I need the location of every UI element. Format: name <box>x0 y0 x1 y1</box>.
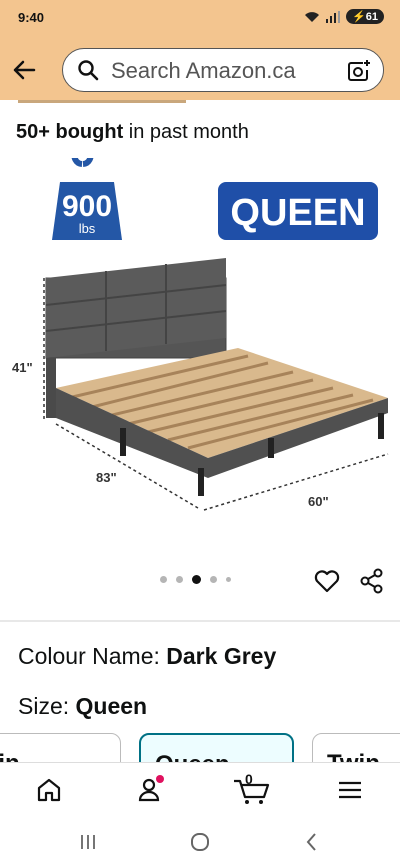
system-back-icon[interactable] <box>300 830 324 854</box>
carousel-dot[interactable] <box>160 576 167 583</box>
dimension-length: 83" <box>96 470 117 485</box>
battery-indicator: ⚡61 <box>346 9 384 24</box>
wifi-icon <box>305 11 320 22</box>
recent-apps-icon[interactable] <box>76 830 100 854</box>
colour-value: Dark Grey <box>166 643 277 669</box>
cart-count: 0 <box>245 771 253 787</box>
search-box[interactable] <box>62 48 384 92</box>
section-divider <box>0 620 400 622</box>
search-icon <box>78 60 99 81</box>
home-icon[interactable] <box>32 773 66 807</box>
carousel-dots <box>160 575 231 584</box>
signal-icon <box>326 10 341 23</box>
battery-level: 61 <box>365 11 378 23</box>
status-bar: 9:40 ⚡61 <box>0 0 400 38</box>
status-icons: ⚡61 <box>304 9 384 24</box>
size-label: Size: <box>18 693 76 719</box>
size-row: Size: Queen <box>18 693 147 720</box>
size-badge: QUEEN <box>218 182 378 240</box>
carousel-dot[interactable] <box>210 576 217 583</box>
account-button[interactable] <box>132 773 166 807</box>
carousel-dot-active[interactable] <box>192 575 201 584</box>
camera-search-icon[interactable] <box>347 59 371 83</box>
product-image[interactable]: 900 lbs QUEEN 41" 83" 60" <box>8 158 392 566</box>
back-arrow-icon[interactable] <box>10 56 38 84</box>
system-nav-bar <box>0 816 400 867</box>
share-icon[interactable] <box>358 567 386 595</box>
heart-icon[interactable] <box>313 567 341 595</box>
bought-suffix: in past month <box>123 121 249 143</box>
search-header <box>0 38 400 100</box>
home-button-icon[interactable] <box>188 830 212 854</box>
colour-label: Colour Name: <box>18 643 167 669</box>
size-badge-text: QUEEN <box>230 192 365 234</box>
size-value: Queen <box>75 693 148 719</box>
carousel-dot[interactable] <box>176 576 183 583</box>
cart-button[interactable]: 0 <box>232 771 272 807</box>
carousel-dot[interactable] <box>226 577 231 582</box>
status-time: 9:40 <box>18 10 45 25</box>
dimension-width: 60" <box>308 494 329 509</box>
bought-in-past-month: 50+ bought in past month <box>16 121 249 144</box>
menu-icon[interactable] <box>333 773 367 807</box>
colour-name-row: Colour Name: Dark Grey <box>18 643 276 670</box>
weight-value: 900 <box>62 190 112 223</box>
notification-dot <box>156 775 164 783</box>
bottom-nav: 0 <box>0 762 400 817</box>
section-underline <box>18 100 186 103</box>
search-input[interactable] <box>109 57 343 85</box>
size-option-queen[interactable]: Queen <box>139 733 294 765</box>
size-option-king[interactable]: Kin <box>0 733 121 765</box>
weight-unit: lbs <box>79 221 96 236</box>
dimension-height: 41" <box>12 360 33 375</box>
size-option-twin[interactable]: Twin <box>312 733 400 765</box>
bought-count: 50+ bought <box>16 121 124 143</box>
size-options: Kin Queen Twin <box>0 733 400 765</box>
